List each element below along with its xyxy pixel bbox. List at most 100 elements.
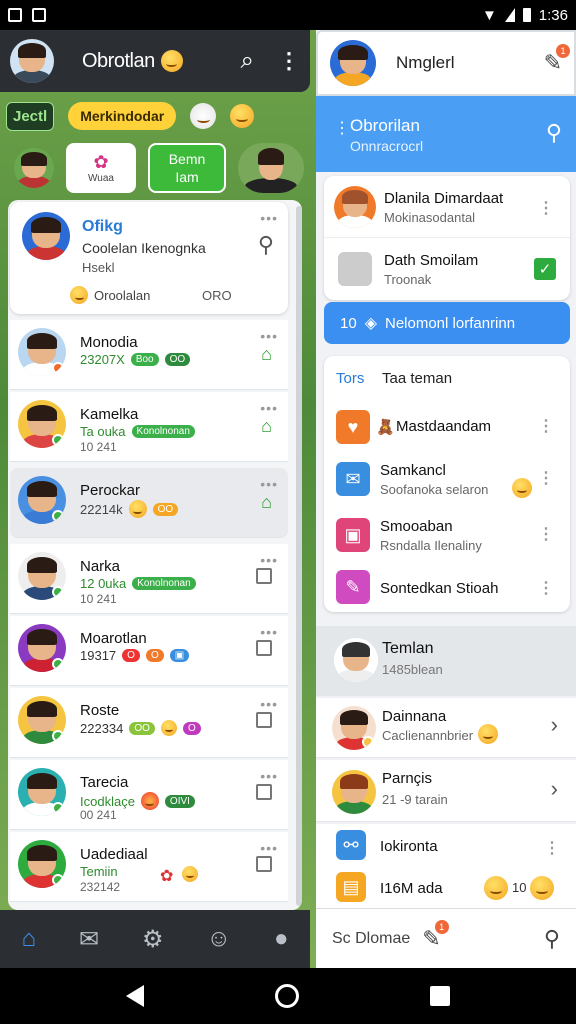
chat-row[interactable]: Kamelka Ta ouka Konolnonan 10 241 ⌂ ••• [10,392,288,462]
user-icon[interactable]: ⚲ [546,120,562,146]
panel-title: Nmglerl [396,53,455,72]
more-icon[interactable]: ••• [260,476,278,492]
promo-chip[interactable]: Merkindodar [68,102,177,130]
button-number: 10 [340,314,357,332]
profile-avatar[interactable] [330,40,376,86]
chat-row[interactable]: Monodia 23207X Boo OO ⌂ ••• [10,320,288,390]
settings-icon[interactable]: ⚙ [142,925,164,954]
topic-name: Smooaban [380,518,453,535]
more-icon[interactable]: ⋮ [538,524,554,544]
more-icon[interactable]: ••• [260,552,278,568]
contact-row[interactable]: ⚯ Iokironta ⋮ [316,824,576,868]
contact-subtitle: 19317 O O ▣ [80,648,190,663]
user-icon[interactable]: ⚲ [258,232,274,258]
scrollbar[interactable] [296,206,302,906]
button-label: Nelomonl lorfanrinn [385,314,516,332]
chat-row[interactable]: Tarecia Icodklaçe OIVI 00 241 ••• [10,760,288,830]
filter-chip[interactable]: Jectl [6,101,55,131]
smile-emoji-icon[interactable] [230,104,255,128]
bottom-label[interactable]: Sc Dlomae [332,930,410,948]
more-icon[interactable]: ⋮ [538,198,554,218]
contact-subtitle: 12 0uka Konolnonan [80,576,196,591]
chat-icon[interactable]: ☺ [207,925,232,953]
contact-row[interactable]: Dainnana Caclienannbrier › [316,698,576,758]
more-icon[interactable]: ••• [260,840,278,856]
chat-row-selected[interactable]: Perockar 22214k OO ⌂ ••• [10,468,288,538]
topic-name: Mastdaandam [396,418,492,435]
search-icon[interactable]: ⌕ [241,47,254,75]
chat-row[interactable]: Roste 222334 OO O ••• [10,688,288,758]
checkbox-checked[interactable]: ✓ [534,258,556,280]
recents-icon[interactable] [430,986,451,1006]
section-banner[interactable]: ⋮ Obrorilan Onnracrocrl ⚲ [316,96,576,172]
smile-emoji-icon [530,876,554,900]
mail-icon[interactable]: ✉ [79,925,99,954]
action-button[interactable]: 10 ◈ Nelomonl lorfanrinn [324,302,570,344]
home-icon[interactable]: ⌂ [21,925,36,953]
profile-avatar[interactable] [10,39,54,83]
compose-icon[interactable]: ✎ 1 [422,919,449,952]
checkbox-icon[interactable] [256,784,272,800]
contact-avatar [18,400,66,448]
more-icon[interactable]: ••• [260,328,278,344]
house-icon[interactable]: ⌂ [261,416,272,437]
robot-icon[interactable] [190,103,217,129]
more-icon[interactable]: ⋮ [544,838,560,858]
more-icon[interactable]: ⋮ [538,468,554,488]
chat-row[interactable]: Narka 12 0uka Konolnonan 10 241 ••• [10,544,288,614]
house-icon[interactable]: ⌂ [261,492,272,513]
gallery-icon: ▣ [336,518,370,552]
more-icon[interactable]: ••• [260,210,278,226]
tag-pill: Konolnonan [131,425,195,438]
story-line: Bemn [168,150,206,167]
checkbox-icon[interactable] [256,712,272,728]
subtitle-text: 222334 [80,720,124,736]
topic-row[interactable]: ✎ Sontedkan Stioah ⋮ [324,564,570,612]
kebab-menu-icon[interactable]: ⋮ [278,48,300,74]
more-icon[interactable]: ••• [260,768,278,784]
smile-emoji-icon [128,500,147,518]
tag-pill: O [145,649,164,662]
topic-name: Samkancl [380,462,446,479]
group-header[interactable]: Temlan 1485blean [316,626,576,696]
subtitle-text: 12 0uka [80,576,127,591]
more-icon[interactable]: ••• [260,696,278,712]
story-button[interactable]: Bemn Iam [148,143,226,193]
contact-row[interactable]: Dath Smoilam Troonak ✓ [324,238,570,300]
story-avatar[interactable] [14,148,54,188]
right-bottom-bar: Sc Dlomae ✎ 1 ⚲ [316,908,576,968]
link-icon: ⚯ [336,830,366,860]
group-story-avatar[interactable] [238,143,304,193]
checkbox-icon[interactable] [256,640,272,656]
chat-row[interactable]: Moarotlan 19317 O O ▣ ••• [10,616,288,686]
user-settings-icon[interactable]: ⚲ [544,926,560,952]
home-button-icon[interactable] [274,984,299,1008]
story-card[interactable]: ✿ Wuaa [66,143,136,193]
contact-name: Uadediaal [80,846,148,863]
topic-row[interactable]: ▣ Smooaban Rsndalla Ilenaliny ⋮ [324,510,570,562]
more-icon[interactable]: ••• [260,624,278,640]
house-icon[interactable]: ⌂ [261,344,272,365]
more-icon[interactable]: ⋮ [334,118,350,138]
contact-row[interactable]: ▤ I16M ada 10 [316,868,576,908]
contact-row[interactable]: Dlanila Dimardaat Mokinasodantal ⋮ [324,176,570,238]
contact-subtitle: 22214k OO [80,500,179,518]
chevron-right-icon[interactable]: › [551,776,558,802]
featured-chat-card[interactable]: Ofikg Coolelan Ikenognka Hsekl Oroolalan… [10,202,288,314]
topic-subtitle: Soofanoka selaron [380,482,489,497]
topic-row[interactable]: ♥ 🧸 Mastdaandam ⋮ [324,402,570,452]
contact-row[interactable]: Parnçis 21 -9 tarain › [316,760,576,822]
chevron-right-icon[interactable]: › [551,712,558,738]
checkbox-icon[interactable] [256,568,272,584]
compose-icon[interactable]: ✎ 1 [544,44,570,76]
smile-emoji-icon [512,478,532,498]
more-icon[interactable]: ••• [260,400,278,416]
more-icon[interactable]: ⋮ [538,416,554,436]
topic-row[interactable]: ✉ Samkancl Soofanoka selaron ⋮ [324,454,570,506]
checkbox-icon[interactable] [256,856,272,872]
profile-icon[interactable]: ● [274,925,289,953]
chat-row[interactable]: Uadediaal Temiin 232142 ✿ ••• [10,832,288,902]
app-screen: Obrotlan ⌕ ⋮ Jectl Merkindodar ✿ Wuaa Be… [0,30,576,968]
more-icon[interactable]: ⋮ [538,578,554,598]
back-icon[interactable] [125,985,144,1007]
